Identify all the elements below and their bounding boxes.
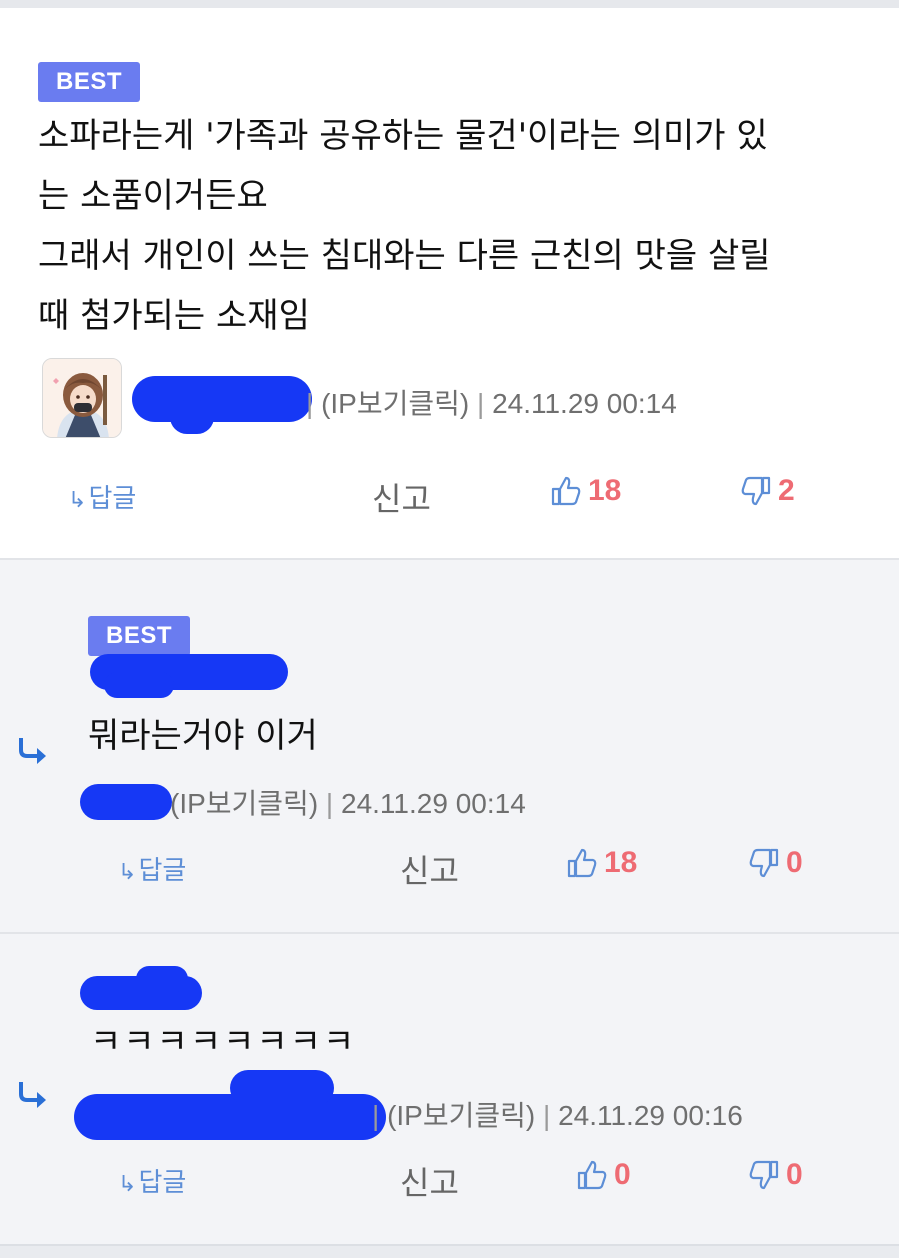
avatar[interactable] xyxy=(42,358,122,438)
ip-view-link[interactable]: (IP보기클릭) xyxy=(321,388,469,419)
reply-arrow-icon xyxy=(19,1082,46,1108)
ip-view-link[interactable]: (IP보기클릭) xyxy=(387,1100,535,1131)
top-divider xyxy=(0,0,899,8)
redacted-nickname-tail xyxy=(136,966,188,992)
bottom-divider xyxy=(0,1244,899,1258)
reply-arrow-small-icon: ↳ xyxy=(118,1172,137,1197)
reply-button[interactable]: ↳답글 xyxy=(118,1162,186,1199)
like-button[interactable]: 18 xyxy=(550,474,621,508)
comment-reply: ㅋㅋㅋㅋㅋㅋㅋㅋ | (IP보기클릭) | 24.11.29 00:16 ↳답글… xyxy=(0,932,899,1248)
thumbs-up-icon xyxy=(567,848,597,878)
like-count: 18 xyxy=(604,846,638,879)
dislike-button[interactable]: 0 xyxy=(748,1158,803,1192)
avatar-image xyxy=(43,359,121,437)
reply-label: 답글 xyxy=(88,484,137,514)
comment-datetime: 24.11.29 00:14 xyxy=(341,788,526,819)
dislike-button[interactable]: 2 xyxy=(740,474,795,508)
thumbs-down-icon xyxy=(749,1160,779,1190)
thumbs-down-icon xyxy=(741,476,771,506)
comment-meta: | (IP보기클릭) | 24.11.29 00:16 xyxy=(372,1100,743,1131)
thumbs-up-icon xyxy=(577,1160,607,1190)
redacted-nickname-tail xyxy=(104,672,174,698)
reply-button[interactable]: ↳답글 xyxy=(68,478,136,515)
thumbs-down-icon xyxy=(749,848,779,878)
dislike-count: 2 xyxy=(778,474,795,507)
comment-reply-best: BEST 뭐라는거야 이거 (IP보기클릭) | 24.11.29 00:14 … xyxy=(0,558,899,932)
like-button[interactable]: 0 xyxy=(576,1158,631,1192)
reply-arrow-icon: ↳ xyxy=(68,488,87,513)
like-count: 0 xyxy=(614,1158,631,1191)
like-button[interactable]: 18 xyxy=(566,846,637,880)
comment-meta: (IP보기클릭) | 24.11.29 00:14 xyxy=(170,788,526,819)
reply-label: 답글 xyxy=(138,856,187,886)
redacted-nickname-meta xyxy=(74,1094,386,1140)
dislike-count: 0 xyxy=(786,846,803,879)
redacted-nickname-tail xyxy=(170,400,214,434)
like-count: 18 xyxy=(588,474,622,507)
reply-label: 답글 xyxy=(138,1168,187,1198)
best-badge: BEST xyxy=(88,616,191,656)
redacted-nickname-meta xyxy=(80,784,172,820)
report-button[interactable]: 신고 xyxy=(400,1158,459,1204)
dislike-count: 0 xyxy=(786,1158,803,1191)
comment-text: 뭐라는거야 이거 xyxy=(88,716,318,756)
reply-arrow-icon xyxy=(19,738,46,764)
redacted-nickname xyxy=(132,376,312,422)
redacted-nickname-meta-top xyxy=(230,1070,334,1106)
reply-arrow-small-icon: ↳ xyxy=(118,860,137,885)
comment-meta: | (IP보기클릭) | 24.11.29 00:14 xyxy=(306,388,677,419)
thumbs-up-icon xyxy=(551,476,581,506)
comment-best-1: BEST 소파라는게 '가족과 공유하는 물건'이라는 의미가 있 는 소품이거… xyxy=(0,8,899,558)
report-button[interactable]: 신고 xyxy=(372,474,431,520)
comment-text: ㅋㅋㅋㅋㅋㅋㅋㅋ xyxy=(90,1022,357,1062)
comment-datetime: 24.11.29 00:14 xyxy=(492,388,677,419)
comment-datetime: 24.11.29 00:16 xyxy=(558,1100,743,1131)
comment-text: 소파라는게 '가족과 공유하는 물건'이라는 의미가 있 는 소품이거든요 그래… xyxy=(38,116,771,336)
ip-view-link[interactable]: (IP보기클릭) xyxy=(170,788,318,819)
best-badge: BEST xyxy=(38,62,141,102)
dislike-button[interactable]: 0 xyxy=(748,846,803,880)
report-button[interactable]: 신고 xyxy=(400,846,459,892)
reply-button[interactable]: ↳답글 xyxy=(118,850,186,887)
